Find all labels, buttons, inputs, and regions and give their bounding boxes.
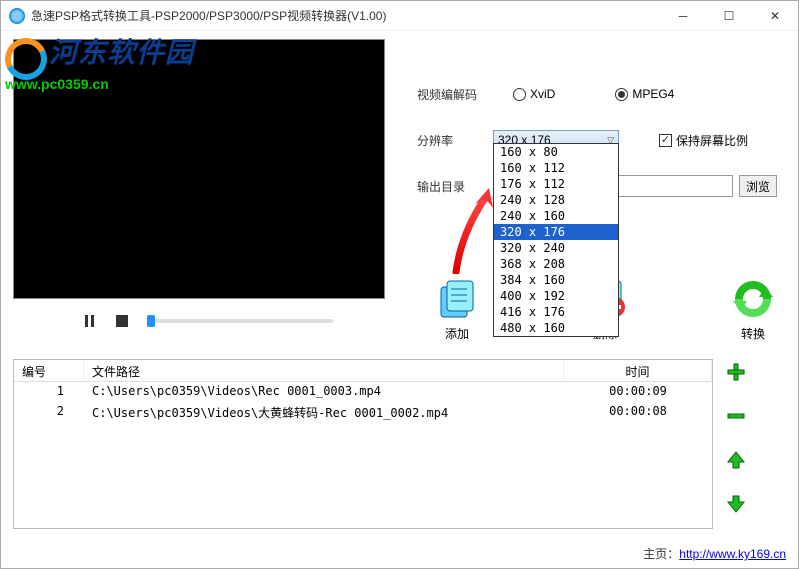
resolution-option[interactable]: 160 x 80 — [494, 144, 618, 160]
resolution-option[interactable]: 320 x 176 — [494, 224, 618, 240]
app-icon — [9, 8, 25, 24]
close-button[interactable]: ✕ — [752, 1, 798, 31]
codec-label: 视频编解码 — [417, 86, 493, 103]
codec-mpeg4-radio[interactable]: MPEG4 — [615, 87, 674, 101]
stop-button[interactable] — [115, 314, 129, 328]
output-label: 输出目录 — [417, 178, 493, 195]
resolution-option[interactable]: 240 x 128 — [494, 192, 618, 208]
col-time: 时间 — [564, 360, 712, 381]
footer: 主页：http://www.ky169.cn — [643, 545, 786, 562]
convert-button[interactable]: 转换 — [729, 277, 777, 342]
add-files-icon — [433, 277, 481, 321]
list-down-button[interactable] — [725, 493, 747, 515]
col-path: 文件路径 — [84, 360, 564, 381]
col-number: 编号 — [14, 360, 84, 381]
table-row[interactable]: 2C:\Users\pc0359\Videos\大黄蜂转码-Rec 0001_0… — [14, 402, 712, 422]
resolution-label: 分辨率 — [417, 132, 493, 149]
convert-icon — [729, 277, 777, 321]
resolution-option[interactable]: 368 x 208 — [494, 256, 618, 272]
seek-slider[interactable] — [147, 319, 333, 323]
table-row[interactable]: 1C:\Users\pc0359\Videos\Rec 0001_0003.mp… — [14, 382, 712, 402]
list-up-button[interactable] — [725, 449, 747, 471]
list-add-button[interactable] — [725, 361, 747, 383]
maximize-button[interactable]: ☐ — [706, 1, 752, 31]
resolution-option[interactable]: 416 x 176 — [494, 304, 618, 320]
window-title: 急速PSP格式转换工具-PSP2000/PSP3000/PSP视频转换器(V1.… — [31, 7, 660, 24]
resolution-option[interactable]: 240 x 160 — [494, 208, 618, 224]
video-preview — [13, 39, 385, 299]
list-remove-button[interactable] — [725, 405, 747, 427]
resolution-option[interactable]: 320 x 240 — [494, 240, 618, 256]
homepage-link[interactable]: http://www.ky169.cn — [679, 547, 786, 561]
codec-xvid-radio[interactable]: XviD — [513, 87, 555, 101]
resolution-option[interactable]: 160 x 112 — [494, 160, 618, 176]
resolution-option[interactable]: 176 x 112 — [494, 176, 618, 192]
browse-button[interactable]: 浏览 — [739, 175, 777, 197]
titlebar: 急速PSP格式转换工具-PSP2000/PSP3000/PSP视频转换器(V1.… — [1, 1, 798, 31]
pause-button[interactable] — [83, 314, 97, 328]
keep-ratio-checkbox[interactable]: ✓保持屏幕比例 — [659, 132, 748, 149]
resolution-dropdown[interactable]: 160 x 80160 x 112176 x 112240 x 128240 x… — [493, 143, 619, 337]
resolution-option[interactable]: 480 x 160 — [494, 320, 618, 336]
minimize-button[interactable]: ─ — [660, 1, 706, 31]
add-button[interactable]: 添加 — [433, 277, 481, 342]
resolution-option[interactable]: 384 x 160 — [494, 272, 618, 288]
resolution-option[interactable]: 400 x 192 — [494, 288, 618, 304]
file-table[interactable]: 编号 文件路径 时间 1C:\Users\pc0359\Videos\Rec 0… — [13, 359, 713, 529]
